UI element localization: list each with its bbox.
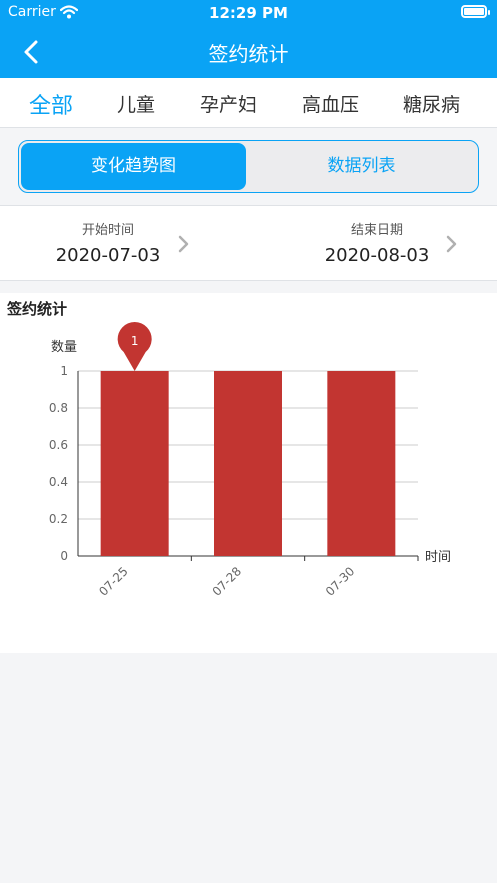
y-tick-label: 1 <box>60 364 68 378</box>
start-date-value: 2020-07-03 <box>55 245 161 266</box>
end-date-picker[interactable]: 结束日期 2020-08-03 <box>270 206 497 281</box>
tab-hypertension[interactable]: 高血压 <box>302 90 359 117</box>
end-date-label: 结束日期 <box>350 223 403 238</box>
bar <box>327 371 396 556</box>
max-marker-label: 1 <box>131 334 139 348</box>
tab-children[interactable]: 儿童 <box>117 90 155 117</box>
view-segmented-control: 变化趋势图 数据列表 <box>18 140 479 193</box>
x-axis-label: 时间 <box>425 550 451 565</box>
y-tick-label: 0.4 <box>49 475 68 489</box>
data-list-segment[interactable]: 数据列表 <box>247 143 476 190</box>
y-tick-label: 0.6 <box>49 438 68 452</box>
y-tick-label: 0 <box>60 549 68 563</box>
x-tick-label: 07-25 <box>96 564 131 599</box>
bar-chart: 0 0.2 0.4 0.6 0.8 1 数量时间 07-25 07-28 07-30 1 <box>49 322 451 599</box>
date-range: 开始时间 2020-07-03 结束日期 2020-08-03 <box>0 206 497 281</box>
status-time: 12:29 PM <box>209 4 288 22</box>
bar <box>100 371 169 556</box>
chart-title: 签约统计 <box>7 300 68 318</box>
y-tick-label: 0.8 <box>49 401 68 415</box>
tab-diabetes[interactable]: 糖尿病 <box>403 90 460 117</box>
y-tick-label: 0.2 <box>49 512 68 526</box>
category-tabs: 全部 儿童 孕产妇 高血压 糖尿病 <box>0 78 497 128</box>
x-tick-label: 07-28 <box>210 564 245 599</box>
tab-maternal[interactable]: 孕产妇 <box>200 90 257 117</box>
battery-fill <box>464 8 484 15</box>
y-axis-label: 数量 <box>51 340 77 355</box>
start-date-picker[interactable]: 开始时间 2020-07-03 <box>0 206 200 281</box>
trend-chart-segment[interactable]: 变化趋势图 <box>21 143 246 190</box>
bar <box>214 371 282 556</box>
chart-card: 0 0.2 0.4 0.6 0.8 1 数量时间 07-25 07-28 07-30 1 签约统计 <box>0 293 497 653</box>
chevron-right-icon <box>178 235 189 253</box>
start-date-label: 开始时间 <box>81 223 134 238</box>
x-tick-label: 07-30 <box>323 564 358 599</box>
status-bar: Carrier 12:29 PM <box>0 0 497 26</box>
nav-bar: 签约统计 <box>0 26 497 78</box>
end-date-value: 2020-08-03 <box>324 245 430 266</box>
page-title: 签约统计 <box>208 42 289 66</box>
battery-icon <box>461 5 490 18</box>
view-switch-area: 变化趋势图 数据列表 <box>0 128 497 206</box>
chevron-right-icon <box>446 235 457 253</box>
tab-all[interactable]: 全部 <box>29 88 73 120</box>
